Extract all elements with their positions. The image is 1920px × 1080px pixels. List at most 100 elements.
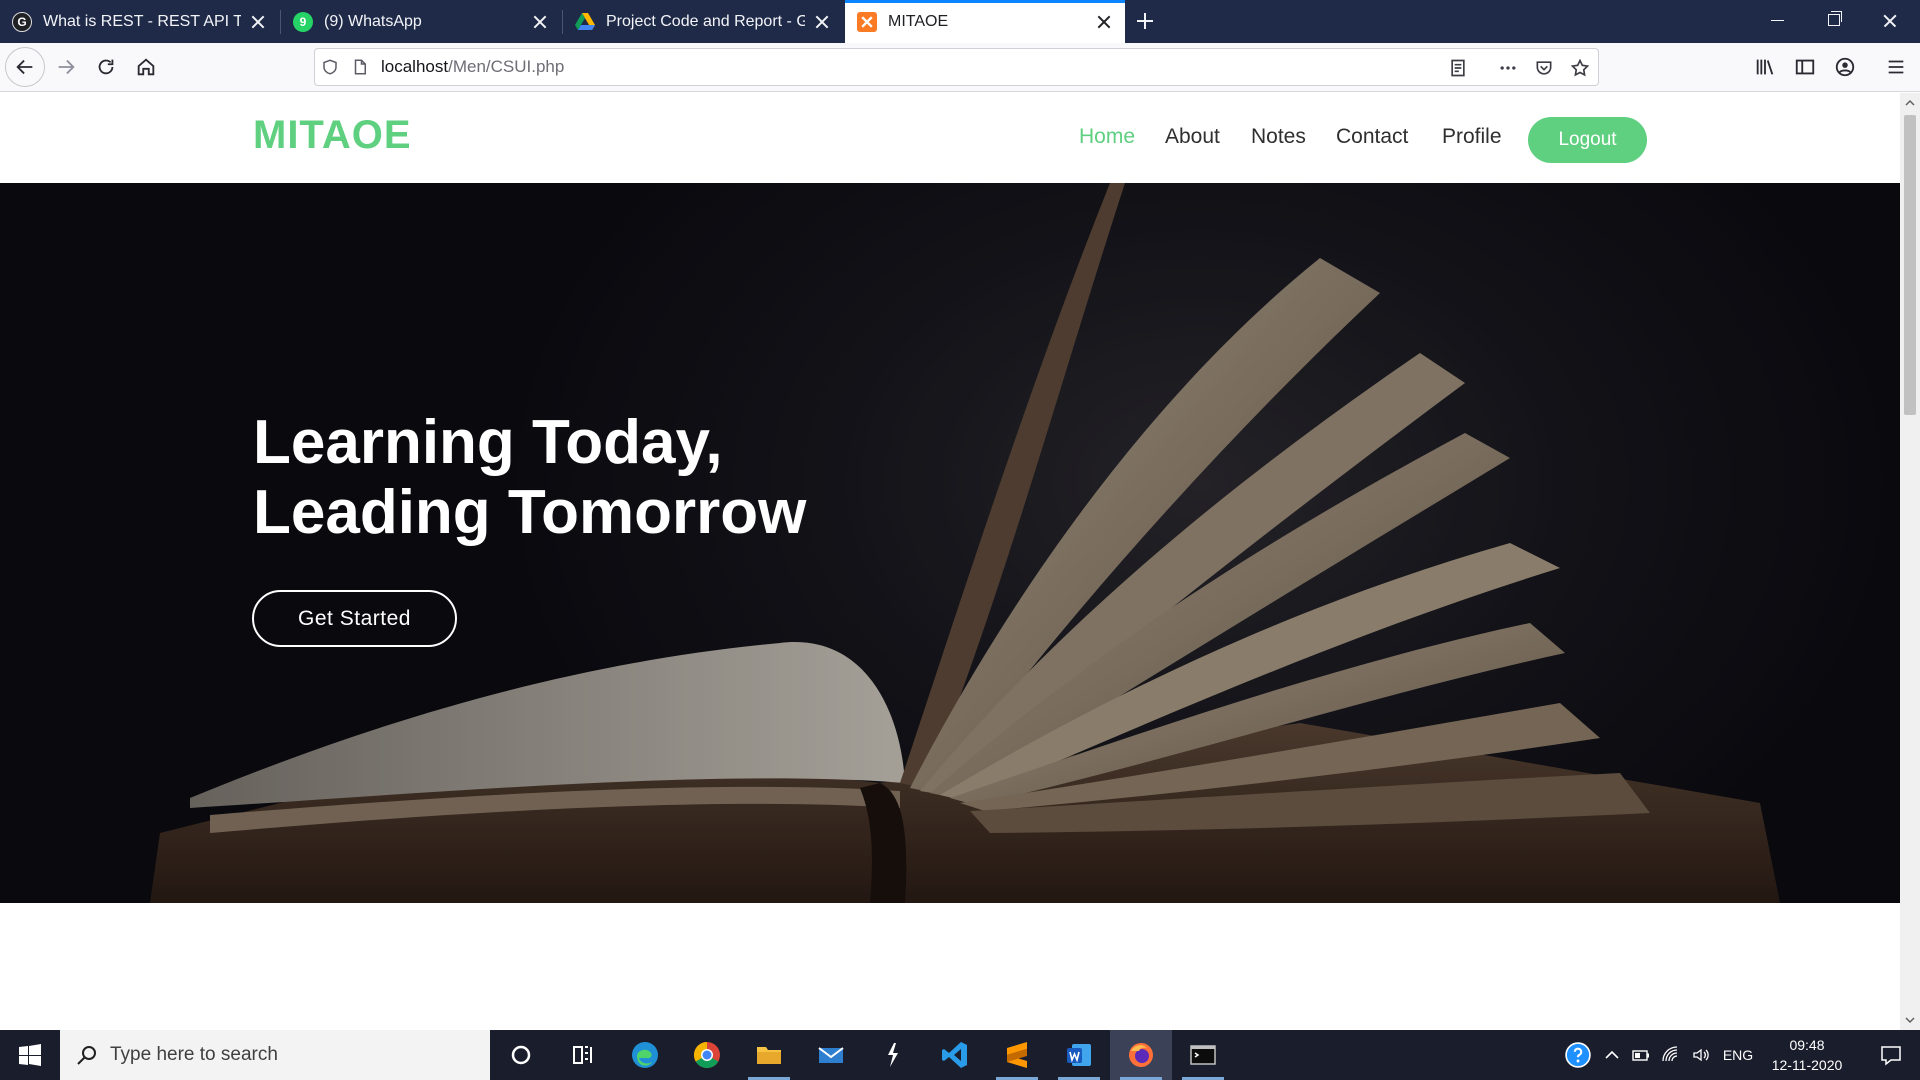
taskbar-search-box[interactable]: Type here to search [60,1030,490,1080]
battery-icon [1632,1050,1649,1061]
tab-title: MITAOE [888,12,949,30]
page-scrollbar[interactable] [1900,93,1920,1030]
taskbar-edge[interactable] [614,1030,676,1080]
tracking-protection-icon[interactable] [315,48,345,86]
arrow-left-icon [16,59,33,75]
whatsapp-icon: 9 [293,11,313,32]
pocket-icon[interactable] [1526,49,1562,87]
url-host: localhost [381,57,449,76]
xampp-icon [857,11,877,32]
browser-tab-strip: G What is REST - REST API Tutorial 9 (9)… [0,0,1920,43]
git-bash-icon [888,1043,898,1067]
taskbar-chrome[interactable] [676,1030,738,1080]
task-view-button[interactable] [552,1030,614,1080]
google-drive-icon [575,12,595,32]
taskbar-git-bash[interactable] [862,1030,924,1080]
back-button[interactable] [5,47,45,87]
chevron-up-icon [1605,1050,1619,1059]
speaker-icon [1693,1048,1709,1062]
file-explorer-icon [757,1047,781,1064]
action-center-button[interactable] [1862,1030,1920,1080]
battery-tray-button[interactable] [1628,1030,1654,1080]
new-tab-button[interactable] [1130,6,1160,36]
window-close-button[interactable] [1862,0,1918,43]
close-tab-icon[interactable] [249,13,267,31]
site-header: MITAOE Home About Notes Contact Profile … [0,93,1900,183]
get-started-button[interactable]: Get Started [252,590,457,647]
browser-tab-mitaoe[interactable]: MITAOE [845,0,1125,43]
logout-button[interactable]: Logout [1528,117,1647,163]
help-icon [1565,1042,1591,1068]
bookmark-star-icon[interactable] [1562,49,1598,87]
browser-tab-whatsapp[interactable]: 9 (9) WhatsApp [281,0,561,43]
scroll-thumb[interactable] [1904,115,1916,415]
terminal-icon [1190,1045,1216,1065]
home-icon [137,58,155,76]
start-button[interactable] [0,1030,60,1080]
nav-link-notes[interactable]: Notes [1251,125,1306,149]
page-info-icon[interactable] [345,48,375,86]
hamburger-menu-icon [1888,60,1904,74]
address-bar[interactable]: localhost/Men/CSUI.php [314,48,1599,86]
input-language-indicator[interactable]: ENG [1718,1030,1758,1080]
word-icon [1067,1044,1091,1066]
hero-section: Learning Today, Leading Tomorrow Get Sta… [0,183,1900,903]
network-tray-button[interactable] [1658,1030,1684,1080]
taskbar-file-explorer[interactable] [738,1030,800,1080]
nav-link-contact[interactable]: Contact [1336,125,1408,149]
search-icon [77,1046,96,1065]
taskbar-sublime-text[interactable] [986,1030,1048,1080]
sublime-text-icon [1007,1042,1027,1068]
hero-title-line2: Leading Tomorrow [253,478,807,547]
reader-view-icon[interactable] [1440,49,1476,87]
chrome-icon [693,1041,720,1069]
tab-title: Project Code and Report - Google Drive [606,12,805,30]
taskbar-mail[interactable] [800,1030,862,1080]
close-tab-icon[interactable] [1095,13,1113,31]
close-tab-icon[interactable] [813,13,831,31]
taskbar-vscode[interactable] [924,1030,986,1080]
taskbar-clock[interactable]: 09:48 12-11-2020 [1762,1035,1852,1075]
cortana-button[interactable] [490,1030,552,1080]
cortana-icon [511,1045,531,1065]
arrow-right-icon [58,59,75,75]
window-minimize-button[interactable] [1750,0,1806,43]
url-actions [1440,49,1598,87]
clock-date: 12-11-2020 [1771,1057,1843,1073]
taskbar-word[interactable] [1048,1030,1110,1080]
account-button[interactable] [1827,49,1863,85]
windows-taskbar: Type here to search ENG 09:48 12-11-2020 [0,1030,1920,1080]
web-page: MITAOE Home About Notes Contact Profile … [0,93,1900,1030]
close-tab-icon[interactable] [531,13,549,31]
account-icon [1835,57,1855,77]
taskbar-terminal[interactable] [1172,1030,1234,1080]
reload-icon [98,59,114,75]
window-restore-button[interactable] [1806,0,1862,43]
scroll-down-icon[interactable] [1904,1014,1916,1026]
volume-tray-button[interactable] [1688,1030,1714,1080]
nav-link-home[interactable]: Home [1079,125,1135,149]
help-tray-button[interactable] [1560,1030,1596,1080]
site-logo[interactable]: MITAOE [253,113,412,158]
browser-toolbar: localhost/Men/CSUI.php [0,43,1920,92]
hero-title: Learning Today, Leading Tomorrow [253,408,806,548]
menu-button[interactable] [1878,49,1914,85]
taskbar-firefox[interactable] [1110,1030,1172,1080]
task-view-icon [573,1046,592,1064]
home-button[interactable] [128,49,164,85]
scroll-up-icon[interactable] [1904,97,1916,109]
show-hidden-icons-button[interactable] [1600,1030,1624,1080]
reload-button[interactable] [88,49,124,85]
browser-tab-rest-api[interactable]: G What is REST - REST API Tutorial [0,0,279,43]
forward-button[interactable] [48,49,84,85]
url-text[interactable]: localhost/Men/CSUI.php [381,57,564,77]
search-placeholder: Type here to search [110,1044,278,1065]
nav-link-about[interactable]: About [1165,125,1220,149]
page-actions-icon[interactable] [1490,49,1526,87]
windows-logo-icon [19,1044,41,1066]
url-path: /Men/CSUI.php [448,57,565,76]
browser-tab-google-drive[interactable]: Project Code and Report - Google Drive [563,0,843,43]
nav-link-profile[interactable]: Profile [1442,125,1502,149]
sidebar-toggle-button[interactable] [1787,49,1823,85]
library-button[interactable] [1747,49,1783,85]
